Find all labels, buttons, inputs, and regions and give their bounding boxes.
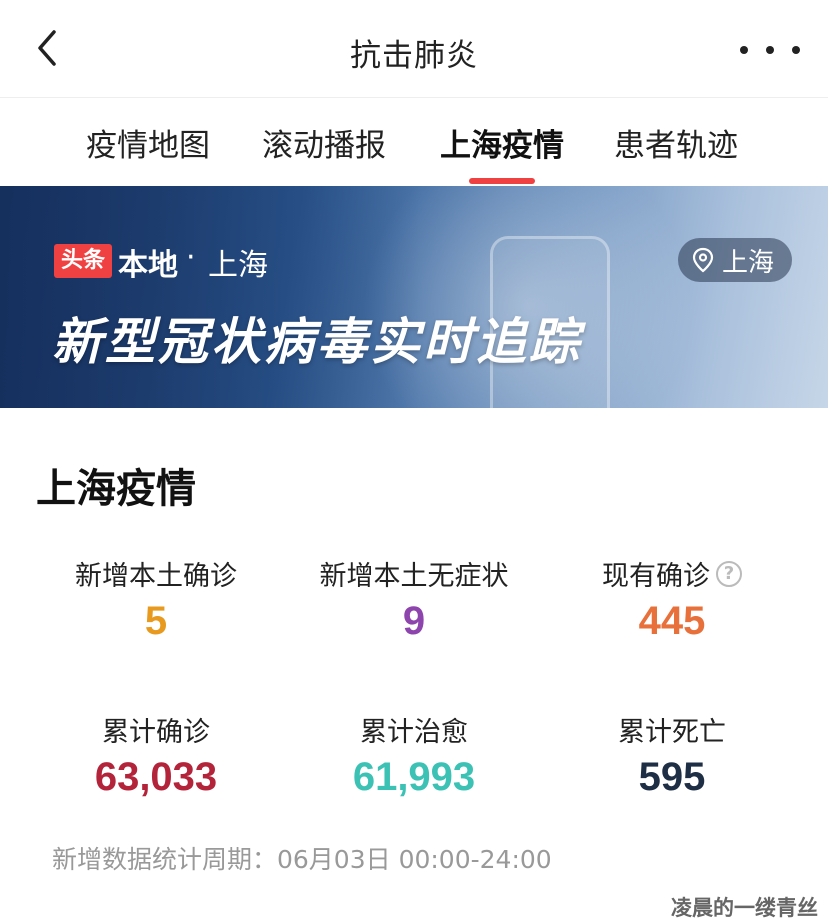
stat-total-confirmed: 累计确诊 63,033 bbox=[36, 710, 276, 800]
stat-label: 累计死亡 bbox=[618, 717, 726, 748]
active-tab-indicator bbox=[469, 178, 535, 184]
top-nav-bar: 抗击肺炎 bbox=[0, 0, 828, 98]
stat-label-row: 现有确诊 ? bbox=[602, 554, 742, 593]
stat-label: 累计治愈 bbox=[360, 717, 468, 748]
stat-value: 63,033 bbox=[94, 755, 218, 799]
location-pin-icon bbox=[692, 247, 714, 273]
stat-total-recovered: 累计治愈 61,993 bbox=[294, 710, 534, 800]
tab-epidemic-map[interactable]: 疫情地图 bbox=[86, 120, 210, 165]
location-label: 上海 bbox=[722, 247, 775, 278]
hero-banner bbox=[0, 186, 828, 408]
more-dot-icon bbox=[766, 46, 774, 54]
stat-value: 9 bbox=[402, 599, 426, 643]
banner-local-label: 本地 bbox=[118, 248, 178, 283]
page-title: 抗击肺炎 bbox=[350, 38, 478, 74]
banner-city: 上海 bbox=[208, 248, 268, 283]
stat-label: 新增本土无症状 bbox=[319, 561, 509, 592]
stats-period-note: 新增数据统计周期：06月03日 00:00-24:00 bbox=[52, 845, 552, 874]
stat-label: 新增本土确诊 bbox=[75, 561, 237, 592]
tab-patient-tracks[interactable]: 患者轨迹 bbox=[614, 120, 738, 165]
stat-value: 595 bbox=[638, 755, 706, 799]
location-selector[interactable]: 上海 bbox=[678, 238, 792, 282]
help-question-icon[interactable]: ? bbox=[716, 560, 742, 587]
stat-label: 现有确诊 bbox=[602, 561, 710, 592]
stat-total-deaths: 累计死亡 595 bbox=[552, 710, 792, 800]
banner-headline: 新型冠状病毒实时追踪 bbox=[52, 313, 582, 371]
tab-live-updates[interactable]: 滚动播报 bbox=[262, 120, 386, 165]
banner-separator: · bbox=[186, 240, 196, 275]
stat-current-confirmed: 现有确诊 ? 445 bbox=[552, 554, 792, 644]
more-dot-icon bbox=[792, 46, 800, 54]
banner-shade bbox=[0, 186, 420, 408]
more-options-button[interactable] bbox=[740, 30, 800, 70]
stat-value: 445 bbox=[638, 599, 706, 643]
toutiao-badge: 头条 bbox=[54, 244, 112, 278]
section-title: 上海疫情 bbox=[36, 466, 196, 512]
stat-value: 5 bbox=[144, 599, 168, 643]
more-dot-icon bbox=[740, 46, 748, 54]
stat-new-local-asymptomatic: 新增本土无症状 9 bbox=[294, 554, 534, 644]
stat-label: 累计确诊 bbox=[102, 717, 210, 748]
tab-bar: 疫情地图 滚动播报 上海疫情 患者轨迹 bbox=[0, 98, 828, 186]
stat-value: 61,993 bbox=[352, 755, 476, 799]
stat-new-local-confirmed: 新增本土确诊 5 bbox=[36, 554, 276, 644]
watermark: 凌晨的一缕青丝 bbox=[671, 896, 818, 920]
tab-shanghai-epidemic[interactable]: 上海疫情 bbox=[440, 120, 564, 165]
